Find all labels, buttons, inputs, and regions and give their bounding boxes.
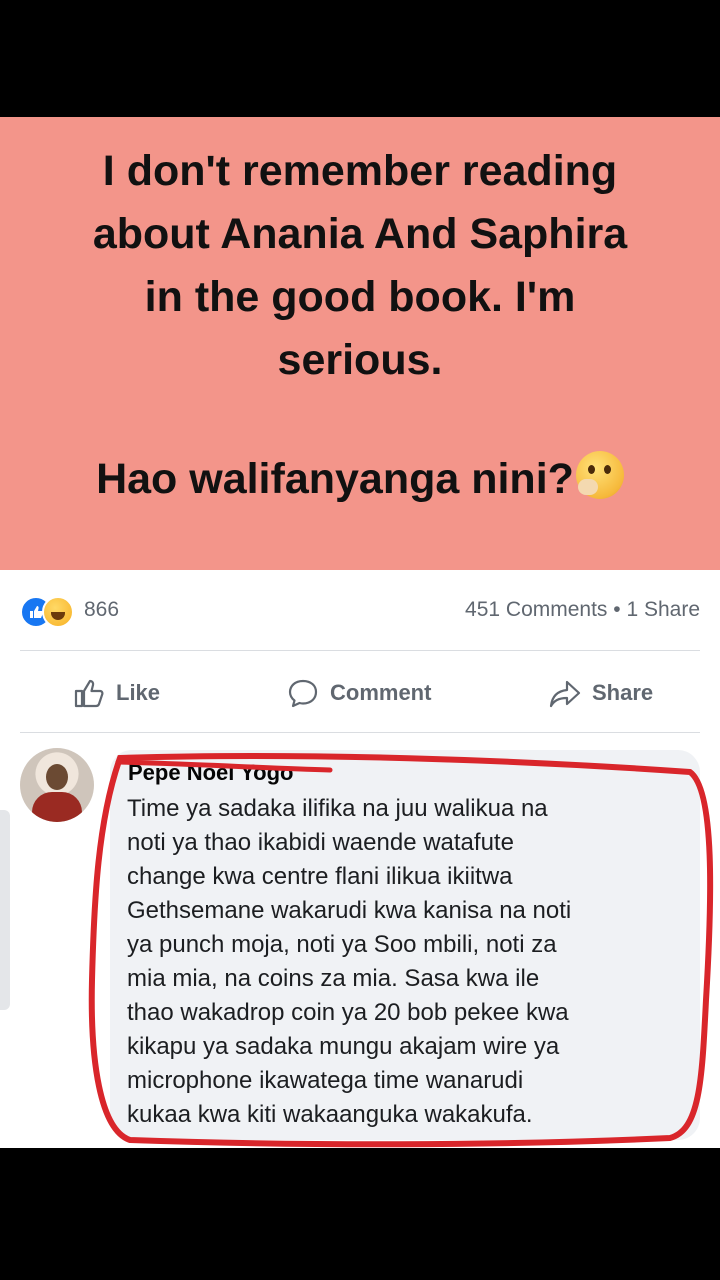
red-circle-annotation bbox=[88, 752, 714, 1148]
